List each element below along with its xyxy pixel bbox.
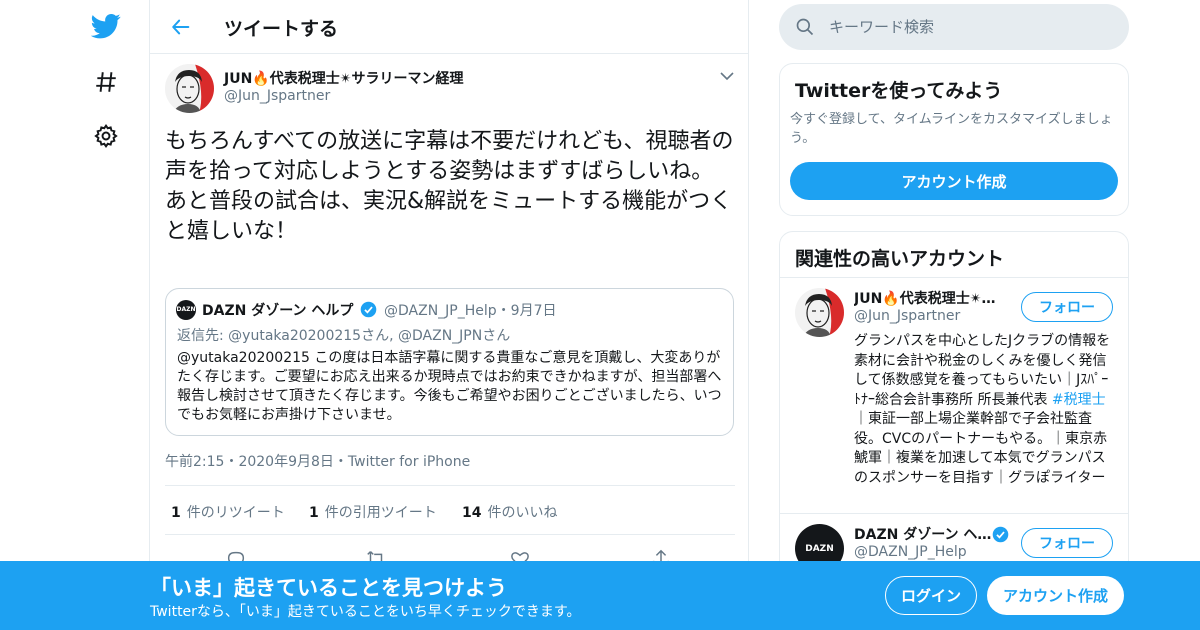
likes-label: 件のいいね	[487, 505, 558, 521]
search-box	[779, 4, 1129, 50]
avatar[interactable]	[165, 64, 214, 113]
quotes-stat[interactable]: 1 件の引用ツイート	[309, 502, 437, 522]
quotes-count: 1	[309, 505, 319, 521]
signup-card-description: 今すぐ登録して、タイムラインをカスタマイズしましょう。	[790, 112, 1113, 146]
quote-author-handle: @DAZN_JP_Help・9月7日	[384, 300, 557, 320]
related-account-handle: @Jun_Jspartner	[854, 308, 961, 324]
related-account-name[interactable]: DAZN ダゾーン ヘルプ	[854, 524, 1004, 544]
tweet-stats: 1 件のリツイート 1 件の引用ツイート 14 件のいいね	[165, 485, 735, 535]
retweets-count: 1	[171, 505, 181, 521]
related-account-name[interactable]: JUN🔥代表税理士✴サラリーマン経理	[854, 288, 1004, 308]
quote-reply-to: 返信先: @yutaka20200215さん, @DAZN_JPNさん	[177, 328, 511, 344]
retweets-stat[interactable]: 1 件のリツイート	[171, 502, 285, 522]
verified-badge-icon	[992, 526, 1009, 543]
settings-gear-icon[interactable]	[88, 118, 124, 154]
related-account-handle: @DAZN_JP_Help	[854, 544, 967, 560]
hashtag-link[interactable]: #税理士	[1052, 392, 1106, 408]
bio-text: ｜東証一部上場企業幹部で子会社監査役。CVCのパートナーもやる。｜東京赤鯱軍｜複…	[854, 411, 1108, 486]
author-name[interactable]: JUN🔥代表税理士✴サラリーマン経理	[224, 68, 463, 88]
chevron-down-icon[interactable]	[719, 68, 735, 84]
related-accounts-card: 関連性の高いアカウント JUN🔥代表税理士✴サラリーマン経理 @Jun_Jspa…	[779, 231, 1129, 591]
quote-author-name: DAZN ダゾーン ヘルプ	[202, 303, 354, 319]
author-handle[interactable]: @Jun_Jspartner	[224, 88, 330, 104]
page-title: ツイートする	[224, 18, 339, 40]
back-arrow-icon[interactable]	[168, 14, 194, 40]
signup-card: Twitterを使ってみよう 今すぐ登録して、タイムラインをカスタマイズしましょ…	[779, 63, 1129, 216]
create-account-button[interactable]: アカウント作成	[987, 576, 1124, 615]
follow-button[interactable]: フォロー	[1021, 528, 1113, 558]
create-account-button[interactable]: アカウント作成	[790, 162, 1118, 200]
related-account-bio: グランパスを中心としたJクラブの情報を素材に会計や税金のしくみを優しく発信して係…	[854, 332, 1114, 488]
signup-banner: 「いま」起きていることを見つけよう Twitterなら、「いま」起きていることを…	[0, 561, 1200, 630]
search-input[interactable]	[829, 15, 1109, 39]
related-accounts-title: 関連性の高いアカウント	[795, 248, 1005, 270]
retweets-label: 件のリツイート	[186, 505, 285, 521]
tweet-text: もちろんすべての放送に字幕は不要だけれども、視聴者の声を拾って対応しようとする姿…	[165, 129, 734, 244]
twitter-bird-icon[interactable]	[88, 8, 124, 44]
quote-text: @yutaka20200215 この度は日本語字幕に関する貴重なご意見を頂戴し、…	[177, 350, 722, 423]
explore-hashtag-icon[interactable]	[88, 64, 124, 100]
tweet-meta: 午前2:15・2020年9月8日・Twitter for iPhone	[165, 454, 471, 470]
quoted-tweet[interactable]: DAZN DAZN ダゾーン ヘルプ @DAZN_JP_Help・9月7日 返信…	[165, 288, 734, 436]
follow-button[interactable]: フォロー	[1021, 292, 1113, 322]
login-button[interactable]: ログイン	[885, 576, 977, 615]
likes-stat[interactable]: 14 件のいいね	[462, 502, 557, 522]
likes-count: 14	[462, 505, 482, 521]
banner-title: 「いま」起きていることを見つけよう	[150, 576, 507, 600]
page-header: ツイートする	[150, 0, 748, 54]
verified-badge-icon	[360, 301, 377, 318]
quote-handle-text: @DAZN_JP_Help	[384, 303, 497, 319]
quote-date: ・9月7日	[496, 303, 557, 319]
tweet-author: JUN🔥代表税理士✴サラリーマン経理 @Jun_Jspartner	[165, 64, 735, 114]
main-column: ツイートする JUN🔥代表税理士✴サラリーマン経理 @Jun_Jspartner…	[149, 0, 749, 630]
quotes-label: 件の引用ツイート	[324, 505, 437, 521]
signup-card-title: Twitterを使ってみよう	[795, 80, 1003, 102]
banner-subtitle: Twitterなら、「いま」起きていることをいち早くチェックできます。	[150, 604, 581, 620]
related-account[interactable]: JUN🔥代表税理士✴サラリーマン経理 @Jun_Jspartner フォロー グ…	[780, 278, 1128, 514]
search-icon	[795, 17, 815, 37]
avatar[interactable]	[795, 288, 844, 337]
avatar: DAZN	[176, 300, 196, 320]
